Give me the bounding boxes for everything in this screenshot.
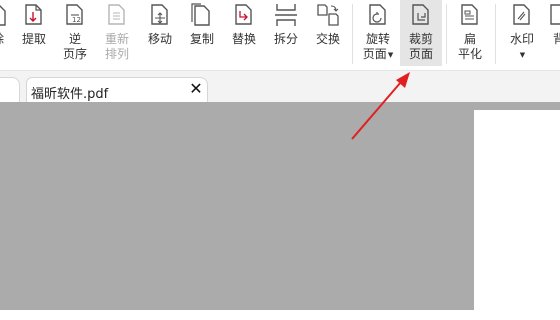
replace-page-icon	[235, 4, 252, 25]
crop-page-button[interactable]: 裁剪 页面	[400, 0, 442, 66]
delete-page-icon	[0, 5, 6, 26]
move-page-button[interactable]: 移动	[143, 0, 177, 66]
crop-page-label-2: 页面	[408, 47, 433, 61]
watermark-label: 水印	[509, 32, 534, 46]
watermark-dropdown[interactable]: ▼	[519, 47, 525, 63]
flatten-icon	[461, 4, 478, 25]
rotate-page-label-2-wrap: 页面▼	[363, 47, 393, 63]
ribbon-separator	[446, 4, 447, 64]
ribbon-toolbar: 除 提取 12 逆 页序 重新 排列 移动	[0, 0, 560, 71]
copy-page-button[interactable]: 复制	[185, 0, 219, 66]
copy-page-icon	[191, 3, 210, 26]
ribbon-separator	[352, 4, 353, 64]
replace-page-label: 替换	[231, 32, 256, 46]
ribbon-separator	[495, 4, 496, 64]
split-page-label: 拆分	[273, 32, 298, 46]
move-page-icon	[151, 4, 168, 25]
rearrange-icon	[108, 4, 125, 25]
document-tab-title: 福昕软件.pdf	[31, 87, 109, 102]
extract-page-label: 提取	[21, 32, 46, 46]
rotate-page-button[interactable]: 旋转 页面▼	[358, 0, 398, 66]
rotate-page-label-2: 页面	[362, 47, 387, 61]
document-tab-bar: 福昕软件.pdf ✕	[0, 71, 560, 104]
background-button[interactable]: 背	[547, 0, 560, 66]
rearrange-label-2: 排列	[104, 47, 129, 61]
delete-page-button[interactable]: 除	[0, 0, 10, 66]
crop-page-label: 裁剪	[408, 32, 433, 46]
flatten-label: 扁	[463, 32, 476, 46]
document-workspace[interactable]	[0, 102, 560, 320]
replace-page-button[interactable]: 替换	[227, 0, 261, 66]
background-icon	[550, 4, 560, 25]
rotate-page-icon	[369, 4, 386, 25]
watermark-icon	[513, 4, 530, 25]
swap-page-button[interactable]: 交换	[311, 0, 345, 66]
watermark-button[interactable]: 水印 ▼	[505, 0, 539, 66]
crop-page-icon	[412, 4, 429, 25]
split-page-icon	[275, 4, 297, 26]
reverse-order-icon: 12	[66, 4, 83, 25]
close-icon[interactable]: ✕	[187, 80, 205, 98]
reverse-order-label: 逆	[68, 32, 81, 46]
extract-page-icon	[25, 4, 42, 25]
reverse-order-label-2: 页序	[62, 47, 87, 61]
swap-page-label: 交换	[315, 32, 340, 46]
reverse-order-button[interactable]: 12 逆 页序	[59, 0, 91, 66]
dropdown-caret-icon: ▼	[519, 51, 526, 59]
svg-text:12: 12	[72, 16, 81, 24]
delete-page-label: 除	[0, 31, 4, 47]
background-label: 背	[552, 32, 560, 46]
flatten-button[interactable]: 扁 平化	[453, 0, 487, 66]
move-page-label: 移动	[147, 32, 172, 46]
swap-page-icon	[317, 4, 339, 26]
extract-page-button[interactable]: 提取	[18, 0, 50, 66]
document-tab[interactable]: 福昕软件.pdf ✕	[26, 77, 208, 103]
previous-tab[interactable]	[0, 77, 20, 104]
pdf-page[interactable]	[474, 110, 560, 320]
copy-page-label: 复制	[189, 32, 214, 46]
flatten-label-2: 平化	[457, 47, 482, 61]
rotate-page-label: 旋转	[365, 32, 390, 46]
split-page-button[interactable]: 拆分	[269, 0, 303, 66]
rearrange-button[interactable]: 重新 排列	[101, 0, 133, 66]
dropdown-caret-icon[interactable]: ▼	[388, 51, 393, 59]
rearrange-label: 重新	[104, 32, 129, 46]
